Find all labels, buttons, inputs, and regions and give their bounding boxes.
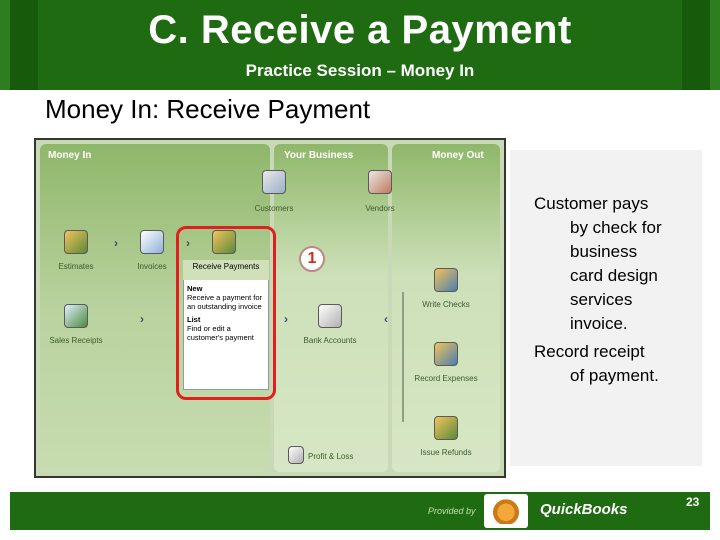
receive-payments-label[interactable]: Receive Payments [183, 260, 269, 280]
money-out-connector [402, 292, 404, 422]
step-badge: 1 [299, 246, 325, 272]
arrow-right-icon: › [114, 236, 118, 250]
provided-by-text: Provided by [428, 506, 476, 516]
write-checks-icon[interactable] [434, 268, 458, 292]
instruction-line-1-cont: invoice. [570, 314, 628, 333]
section-heading: Money In: Receive Payment [45, 94, 371, 124]
instruction-line-2: Record receipt [534, 342, 645, 361]
arrow-right-icon: › [284, 312, 288, 326]
money-out-title: Money Out [432, 150, 484, 161]
instruction-line-1-cont: services [570, 290, 633, 309]
popup-list-label[interactable]: List [187, 315, 265, 324]
estimates-icon[interactable] [64, 230, 88, 254]
estimates-label[interactable]: Estimates [44, 262, 108, 271]
quickbooks-logo-icon [484, 494, 528, 528]
vendors-icon[interactable] [368, 170, 392, 194]
customers-label[interactable]: Customers [242, 204, 306, 213]
sales-receipts-icon[interactable] [64, 304, 88, 328]
instruction-line-1-cont: card design [570, 266, 658, 285]
issue-refunds-icon[interactable] [434, 416, 458, 440]
popup-list-text[interactable]: Find or edit a customer's payment [187, 324, 254, 342]
quickbooks-screenshot: Money In Your Business Money Out Custome… [34, 138, 506, 478]
quickbooks-brand: QuickBooks [540, 501, 628, 518]
vendors-label[interactable]: Vendors [348, 204, 412, 213]
slide-subtitle: Practice Session – Money In [245, 61, 475, 80]
instruction-text: Customer pays by check for business card… [534, 192, 710, 388]
invoices-icon[interactable] [140, 230, 164, 254]
instruction-line-1-cont: by check for [570, 218, 662, 237]
popup-new-label[interactable]: New [187, 284, 265, 293]
instruction-line-1: Customer pays [534, 194, 649, 213]
arrow-left-icon: ‹ [384, 312, 388, 326]
profit-loss-label[interactable]: Profit & Loss [308, 452, 368, 461]
instruction-line-1-cont: business [570, 242, 638, 261]
customers-icon[interactable] [262, 170, 286, 194]
popup-new-text[interactable]: Receive a payment for an outstanding inv… [187, 293, 262, 311]
slide-header: C. Receive a Payment Practice Session – … [0, 0, 720, 90]
slide-title: C. Receive a Payment [148, 8, 572, 52]
sales-receipts-label[interactable]: Sales Receipts [44, 336, 108, 345]
instruction-line-2-cont: of payment. [570, 366, 659, 385]
invoices-label[interactable]: Invoices [120, 262, 184, 271]
record-expenses-label[interactable]: Record Expenses [414, 374, 478, 383]
profit-loss-icon[interactable] [288, 446, 304, 464]
issue-refunds-label[interactable]: Issue Refunds [414, 448, 478, 457]
your-business-title: Your Business [284, 150, 354, 161]
bank-accounts-icon[interactable] [318, 304, 342, 328]
record-expenses-icon[interactable] [434, 342, 458, 366]
bank-accounts-label[interactable]: Bank Accounts [298, 336, 362, 345]
write-checks-label[interactable]: Write Checks [414, 300, 478, 309]
money-in-title: Money In [48, 150, 92, 161]
page-number: 23 [686, 495, 700, 509]
slide-footer: Provided by QuickBooks 23 [10, 492, 710, 530]
quickbooks-navigator: Money In Your Business Money Out Custome… [36, 140, 504, 476]
arrow-right-icon: › [140, 312, 144, 326]
